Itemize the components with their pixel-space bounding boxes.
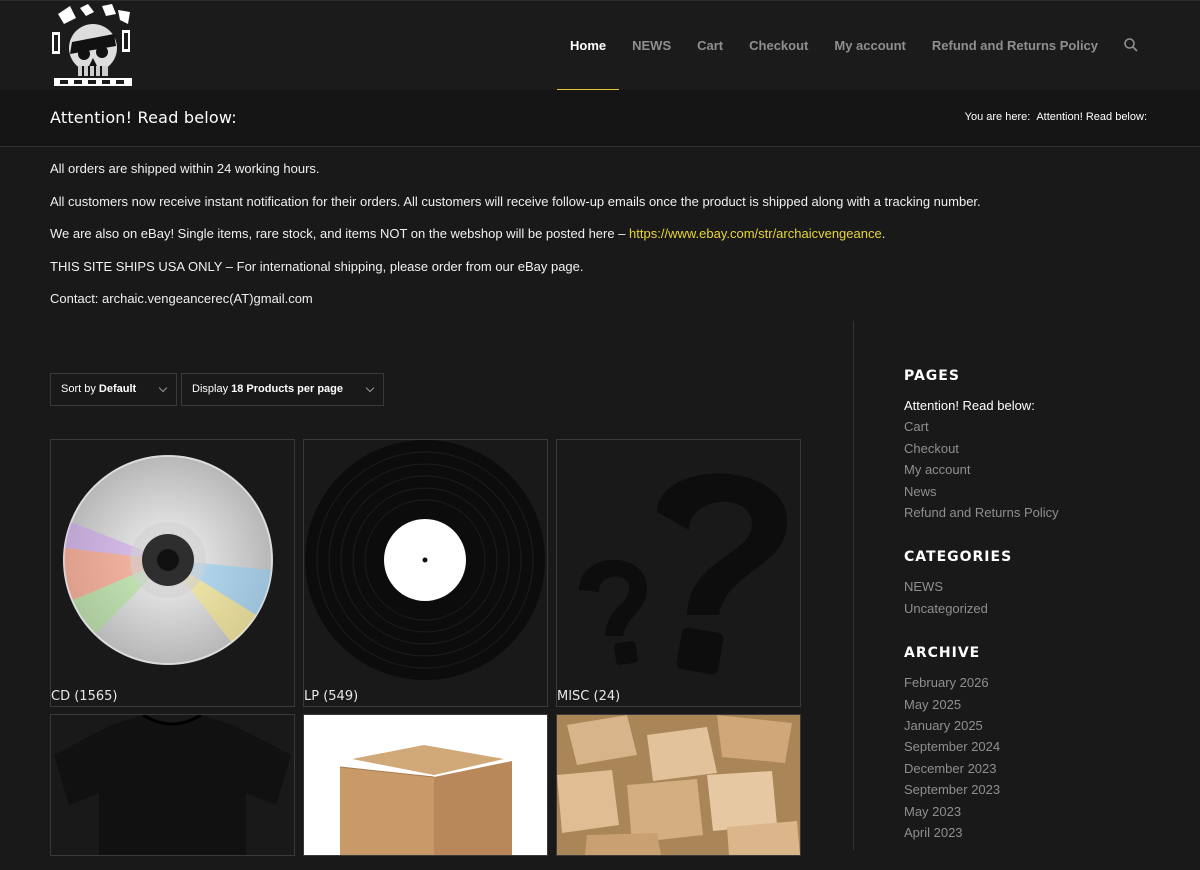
notice-notifications: All customers now receive instant notifi… [50, 193, 981, 209]
sidebar-divider [853, 321, 854, 850]
product-category-apparel[interactable] [50, 714, 295, 856]
categories-widget: CATEGORIES NEWS Uncategorized [904, 549, 1164, 619]
archive-item[interactable]: December 2023 [904, 758, 1164, 779]
pages-widget-title: PAGES [904, 368, 960, 384]
notice-contact: Contact: archaic.vengeancerec(AT)gmail.c… [50, 291, 313, 306]
product-category-cd[interactable]: CD (1565) [50, 439, 295, 707]
breadcrumb: You are here: Attention! Read below: [965, 111, 1147, 123]
notice-block: All orders are shipped within 24 working… [50, 161, 1150, 324]
title-bar: Attention! Read below: You are here: Atte… [0, 90, 1200, 147]
archive-list: February 2026 May 2025 January 2025 Sept… [904, 672, 1164, 843]
tshirt-icon [54, 715, 291, 855]
categories-list: NEWS Uncategorized [904, 576, 1164, 619]
nav-cart[interactable]: Cart [684, 1, 736, 90]
notice-ebay: We are also on eBay! Single items, rare … [50, 226, 1150, 243]
product-category-bundles[interactable] [556, 714, 801, 856]
page-title: Attention! Read below: [50, 108, 237, 127]
sidebar-page-refund-policy[interactable]: Refund and Returns Policy [904, 502, 1164, 523]
nav-my-account[interactable]: My account [821, 1, 919, 90]
notice-shipping-time: All orders are shipped within 24 working… [50, 161, 320, 176]
cd-disc-icon [63, 455, 273, 665]
main-nav: Home NEWS Cart Checkout My account Refun… [557, 1, 1111, 91]
product-category-misc[interactable]: MISC (24) [556, 439, 801, 707]
categories-widget-title: CATEGORIES [904, 549, 1013, 566]
notice-ebay-end: . [881, 226, 886, 241]
cardboard-box-icon [339, 745, 512, 855]
chevron-down-icon [158, 383, 168, 393]
site-header: Home NEWS Cart Checkout My account Refun… [0, 0, 1200, 91]
sidebar-page-attention[interactable]: Attention! Read below: [904, 395, 1164, 416]
archive-widget: ARCHIVE February 2026 May 2025 January 2… [904, 645, 1164, 843]
chevron-down-icon [365, 383, 375, 393]
sidebar-category-news[interactable]: NEWS [904, 576, 1164, 597]
archive-item[interactable]: January 2025 [904, 715, 1164, 736]
sort-by-dropdown[interactable]: Sort by Default [50, 373, 177, 406]
ebay-link[interactable]: https://www.ebay.com/str/archaicvengeanc… [629, 226, 882, 241]
sidebar-page-my-account[interactable]: My account [904, 459, 1164, 480]
product-category-box[interactable] [303, 714, 548, 856]
archive-item[interactable]: April 2023 [904, 822, 1164, 843]
search-icon[interactable] [1123, 37, 1139, 53]
archive-item[interactable]: May 2025 [904, 694, 1164, 715]
breadcrumb-current[interactable]: Attention! Read below: [1036, 111, 1147, 123]
product-caption: LP (549) [304, 689, 359, 704]
notice-usa-only: THIS SITE SHIPS USA ONLY – For internati… [50, 258, 584, 274]
nav-checkout[interactable]: Checkout [736, 1, 821, 90]
archive-item[interactable]: September 2024 [904, 736, 1164, 757]
breadcrumb-prefix: You are here: [964, 111, 1031, 123]
products-per-page-dropdown[interactable]: Display 18 Products per page [181, 373, 384, 406]
nav-home[interactable]: Home [557, 1, 620, 91]
notice-ebay-text: We are also on eBay! Single items, rare … [50, 226, 630, 241]
question-mark-icon [579, 473, 787, 675]
sidebar-category-uncategorized[interactable]: Uncategorized [904, 598, 1164, 619]
skull-logo-icon[interactable] [50, 4, 136, 88]
cardboard-boxes-pile-icon [557, 715, 800, 855]
sort-by-value: Default [98, 383, 137, 395]
sidebar-page-news[interactable]: News [904, 481, 1164, 502]
sidebar: PAGES Attention! Read below: Cart Checko… [904, 368, 1164, 870]
archive-item[interactable]: September 2023 [904, 779, 1164, 800]
archive-item[interactable]: May 2023 [904, 801, 1164, 822]
product-caption: MISC (24) [557, 689, 621, 704]
pages-widget: PAGES Attention! Read below: Cart Checko… [904, 368, 1164, 523]
display-label: Display [192, 383, 232, 395]
sort-by-label: Sort by [61, 383, 99, 395]
sidebar-page-checkout[interactable]: Checkout [904, 438, 1164, 459]
pages-list: Attention! Read below: Cart Checkout My … [904, 395, 1164, 523]
display-value: 18 Products per page [231, 383, 343, 395]
archive-item[interactable]: February 2026 [904, 672, 1164, 693]
archive-widget-title: ARCHIVE [904, 645, 981, 662]
product-category-lp[interactable]: LP (549) [303, 439, 548, 707]
vinyl-record-icon [305, 440, 545, 680]
nav-news[interactable]: NEWS [619, 1, 684, 90]
product-caption: CD (1565) [51, 689, 118, 704]
sidebar-page-cart[interactable]: Cart [904, 416, 1164, 437]
nav-refund-policy[interactable]: Refund and Returns Policy [919, 1, 1111, 90]
